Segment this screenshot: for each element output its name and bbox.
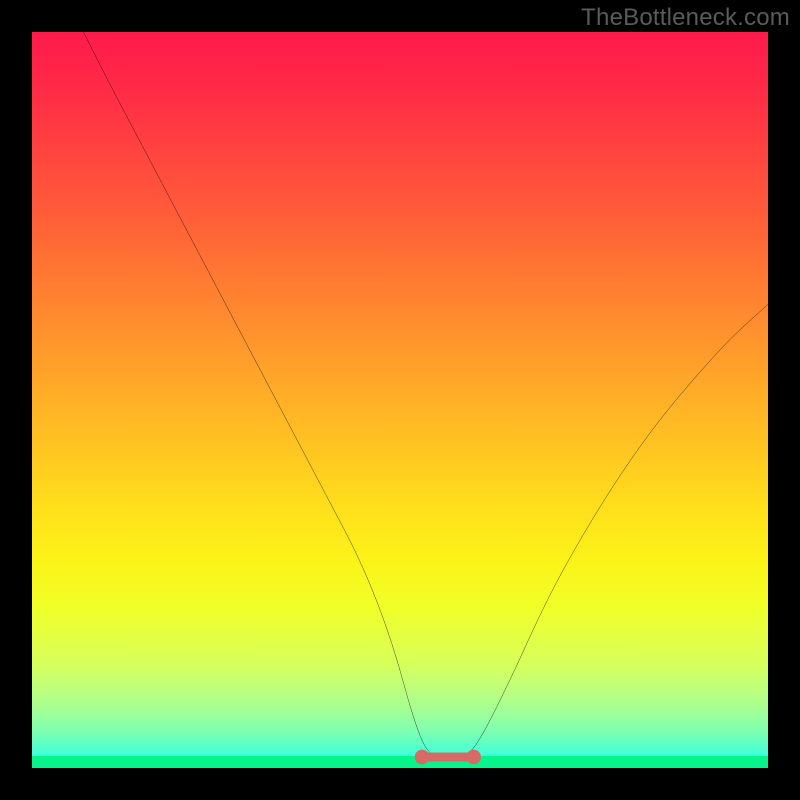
- watermark-label: TheBottleneck.com: [581, 4, 790, 32]
- chart-frame: TheBottleneck.com: [0, 0, 800, 800]
- bottleneck-curve: [84, 32, 768, 757]
- flat-segment-start-dot: [415, 750, 430, 765]
- plot-area: [32, 32, 768, 768]
- flat-segment-end-dot: [466, 750, 481, 765]
- curve-layer: [32, 32, 768, 768]
